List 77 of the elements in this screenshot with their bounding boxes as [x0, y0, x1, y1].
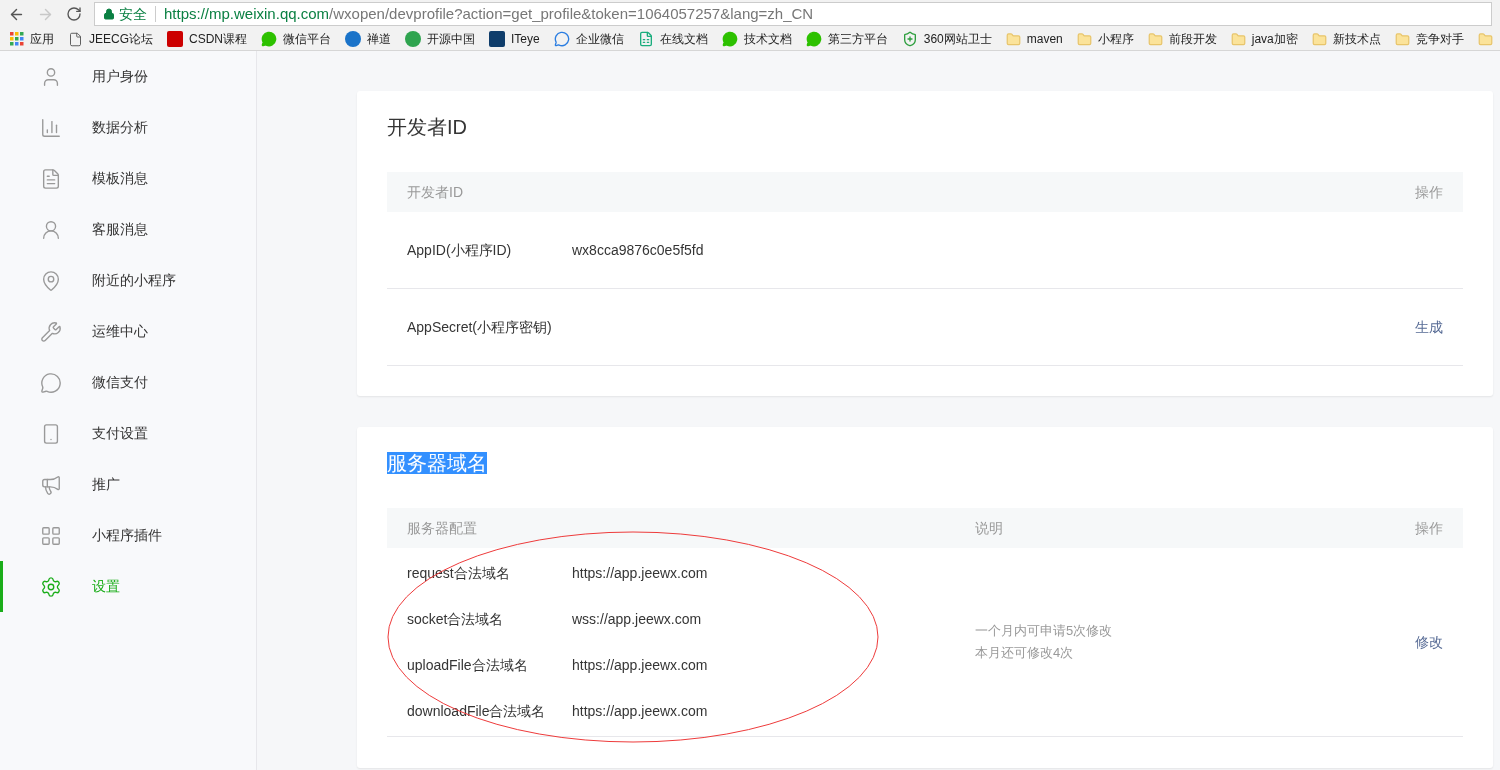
sidebar-item[interactable]: 运维中心 [0, 306, 256, 357]
lock-icon [103, 8, 115, 20]
megaphone-icon [39, 473, 62, 496]
field-value: https://app.jeewx.com [572, 701, 708, 721]
note-text: 本月还可修改4次 [975, 644, 1075, 662]
square-logo-icon [489, 31, 506, 47]
address-bar[interactable]: 安全 https://mp.weixin.qq.com/wxopen/devprofile?action=get_profile&token=1064057257&lang=zh_CN [94, 2, 1492, 26]
bookmark-link[interactable]: ITeye [511, 30, 540, 48]
sidebar-item[interactable]: 微信支付 [0, 357, 256, 408]
bookmark-link[interactable]: CSDN课程 [189, 30, 248, 48]
bookmark-link[interactable]: 竞争对手 [1415, 30, 1464, 48]
url-text: https://mp.weixin.qq.com/wxopen/devprofile?action=get_profile&token=1064057257&lang=zh_CN [164, 3, 814, 24]
sidebar-item[interactable]: 附近的小程序 [0, 255, 256, 306]
round-logo-icon [405, 31, 422, 47]
shield-icon [901, 31, 918, 47]
bookmark-link[interactable]: 小程序 [1097, 30, 1134, 48]
column-header: 操作 [1415, 182, 1443, 202]
bar-chart-icon [39, 116, 62, 139]
field-label: AppSecret(小程序密钥) [407, 317, 553, 337]
chat-bubble-icon [261, 31, 278, 47]
field-value: wss://app.jeewx.com [572, 609, 702, 629]
bookmark-link[interactable]: 禅道 [367, 30, 392, 48]
card-title: 开发者ID [387, 115, 468, 140]
bookmark-link[interactable]: maven [1026, 30, 1063, 48]
chat-bubble-icon [39, 371, 62, 394]
generate-link[interactable]: 生成 [1415, 316, 1443, 338]
folder-icon [1394, 31, 1410, 47]
sidebar-item[interactable]: 小程序插件 [0, 510, 256, 561]
chat-bubble-icon [553, 31, 570, 47]
folder-icon [1311, 31, 1327, 47]
column-header: 开发者ID [407, 182, 463, 202]
bookmark-link[interactable]: 在线文档 [659, 30, 708, 48]
bookmark-link[interactable]: java加密 [1251, 30, 1298, 48]
bookmark-link[interactable]: 微信平台 [283, 30, 332, 48]
field-label: AppID(小程序ID) [407, 240, 513, 260]
folder-icon [1477, 31, 1493, 47]
document-icon [637, 31, 654, 47]
sidebar-item[interactable]: 客服消息 [0, 204, 256, 255]
bookmark-link[interactable]: 新技术点 [1332, 30, 1381, 48]
folder-icon [1230, 31, 1246, 47]
page-icon [68, 31, 83, 47]
sidebar-item[interactable]: 支付设置 [0, 408, 256, 459]
bookmark-link[interactable]: 应用 [30, 30, 54, 48]
apps-grid-icon [10, 32, 24, 46]
bookmark-link[interactable]: 开源中国 [427, 30, 476, 48]
field-value: wx8cca9876c0e5f5fd [572, 240, 704, 260]
column-header: 说明 [975, 518, 1004, 538]
wrench-icon [39, 320, 62, 343]
field-label: socket合法域名 [407, 609, 505, 629]
sidebar-item[interactable]: 数据分析 [0, 102, 256, 153]
field-value: https://app.jeewx.com [572, 563, 708, 583]
secure-label: 安全 [119, 4, 147, 24]
c-logo-icon [167, 31, 183, 47]
card-title: 服务器域名 [387, 452, 487, 474]
sidebar-item[interactable]: 推广 [0, 459, 256, 510]
bookmark-link[interactable]: 技术文档 [743, 30, 792, 48]
sidebar-item[interactable]: 用户身份 [0, 51, 256, 102]
bookmark-link[interactable]: 前段开发 [1168, 30, 1217, 48]
column-header: 服务器配置 [407, 518, 478, 538]
bookmark-link[interactable]: 第三方平台 [827, 30, 888, 48]
settings-icon [39, 575, 62, 598]
round-logo-icon [345, 31, 362, 47]
folder-icon [1005, 31, 1021, 47]
chat-bubble-icon [721, 31, 738, 47]
field-value: https://app.jeewx.com [572, 655, 708, 675]
column-header: 操作 [1415, 518, 1443, 538]
folder-icon [1147, 31, 1163, 47]
grid-icon [39, 524, 62, 547]
reload-button[interactable] [66, 6, 82, 22]
sidebar-item[interactable]: 模板消息 [0, 153, 256, 204]
bookmark-link[interactable]: 360网站卫士 [923, 30, 992, 48]
bookmark-link[interactable]: JEECG论坛 [89, 30, 153, 48]
folder-icon [1076, 31, 1092, 47]
bookmark-link[interactable]: 企业微信 [575, 30, 624, 48]
field-label: uploadFile合法域名 [407, 655, 529, 675]
modify-link[interactable]: 修改 [1415, 631, 1443, 653]
chat-bubble-icon [805, 31, 822, 47]
